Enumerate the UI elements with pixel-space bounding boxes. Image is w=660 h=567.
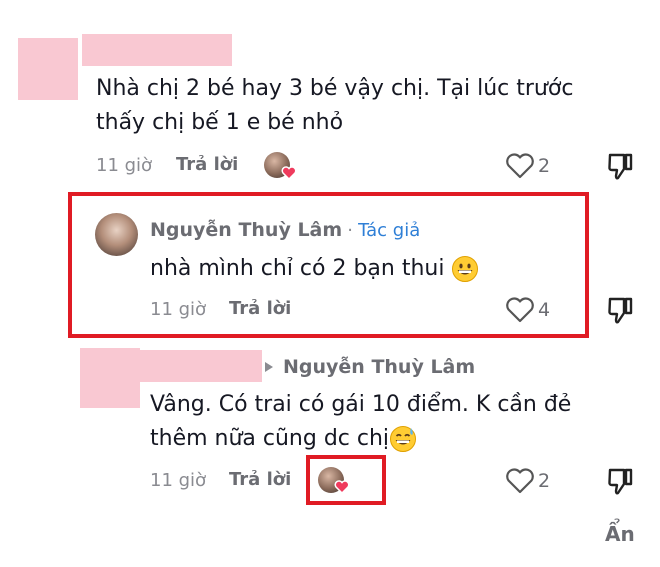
- reply-to-name[interactable]: Nguyễn Thuỳ Lâm: [283, 356, 475, 378]
- comment-text: Nhà chị 2 bé hay 3 bé vậy chị. Tại lúc t…: [96, 76, 574, 135]
- heart-outline-icon[interactable]: [505, 153, 535, 179]
- sweat-smile-emoji-icon: [390, 426, 417, 452]
- like-count: 2: [538, 470, 551, 492]
- like-count: 2: [538, 155, 551, 177]
- reply-button[interactable]: Trả lời: [176, 154, 238, 175]
- reply-arrow-icon: [265, 362, 273, 372]
- separator-dot: ·: [347, 220, 354, 241]
- author-name[interactable]: Nguyễn Thuỳ Lâm: [150, 219, 342, 241]
- dislike-icon[interactable]: [607, 295, 633, 325]
- heart-outline-icon[interactable]: [505, 468, 535, 494]
- hide-replies-button[interactable]: Ẩn: [605, 522, 635, 546]
- redacted-username: [82, 34, 232, 66]
- comment-text-line: Vâng. Có trai có gái 10 điểm. K cần đẻ: [150, 392, 572, 417]
- comment-time: 11 giờ: [150, 299, 207, 320]
- reply-button[interactable]: Trả lời: [229, 469, 291, 490]
- redacted-avatar: [18, 38, 78, 100]
- like-count: 4: [538, 299, 551, 321]
- reply-button[interactable]: Trả lời: [229, 298, 291, 319]
- heart-outline-icon[interactable]: [505, 297, 535, 323]
- heart-badge-icon: [334, 480, 350, 494]
- author-line: Nguyễn Thuỳ Lâm · Tác giả: [150, 219, 420, 241]
- dislike-icon[interactable]: [607, 151, 633, 181]
- comment-time: 11 giờ: [96, 155, 153, 176]
- redacted-avatar: [80, 348, 140, 408]
- comment-text: Vâng. Có trai có gái 10 điểm. K cần đẻ t…: [150, 388, 630, 456]
- comment-text: nhà mình chỉ có 2 bạn thui: [150, 252, 479, 286]
- dislike-icon[interactable]: [607, 466, 633, 496]
- heart-badge-icon: [281, 166, 297, 180]
- grinning-emoji-icon: [452, 256, 479, 282]
- redacted-username: [140, 350, 262, 382]
- comment-text-line: thêm nữa cũng dc chị: [150, 426, 390, 451]
- author-tag: Tác giả: [358, 220, 421, 241]
- author-avatar[interactable]: [95, 213, 138, 256]
- comment-time: 11 giờ: [150, 470, 207, 491]
